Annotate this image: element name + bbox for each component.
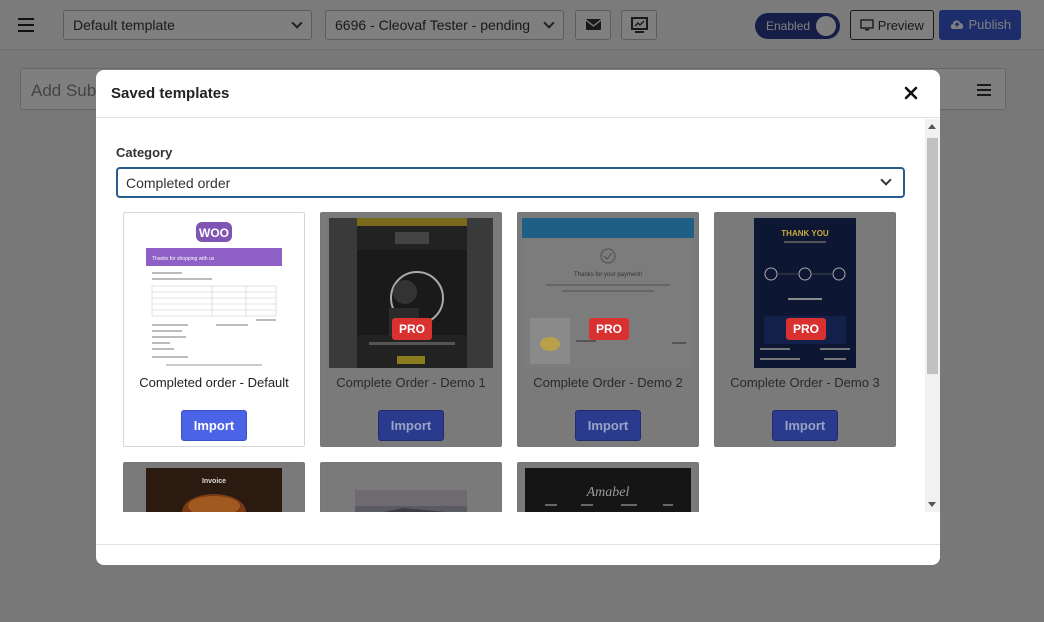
payment-heading-text: Thanks for your payment!	[574, 272, 642, 278]
pro-badge: PRO	[786, 318, 826, 340]
scrollbar-thumb[interactable]	[927, 138, 938, 374]
template-name: Complete Order - Demo 2	[533, 375, 683, 390]
template-card-default[interactable]: WOO Thanks for shopping with us Complete…	[123, 212, 305, 447]
template-card-row2-3[interactable]: Amabel	[517, 462, 699, 512]
import-button[interactable]: Import	[378, 410, 444, 441]
import-button[interactable]: Import	[181, 410, 247, 441]
template-card-demo-1[interactable]: PRO Complete Order - Demo 1 Import	[320, 212, 502, 447]
scroll-up-arrow-icon[interactable]	[928, 124, 936, 129]
woo-logo-text: WOO	[199, 226, 229, 240]
pro-badge: PRO	[589, 318, 629, 340]
modal-title: Saved templates	[111, 85, 230, 102]
close-icon[interactable]	[900, 82, 922, 104]
template-thumbnail: Invoice	[146, 468, 282, 512]
scroll-down-arrow-icon[interactable]	[928, 502, 936, 507]
invoice-heading-text: Invoice	[202, 478, 226, 485]
pro-badge: PRO	[392, 318, 432, 340]
category-select-value: Completed order	[126, 175, 231, 191]
template-thumbnail: Thanks for your payment!	[522, 218, 694, 368]
template-card-demo-3[interactable]: THANK YOU PRO Complete Order - Demo 3 Im…	[714, 212, 896, 447]
template-thumbnail: THANK YOU	[754, 218, 856, 368]
modal-header: Saved templates	[96, 70, 940, 118]
import-button[interactable]: Import	[575, 410, 641, 441]
saved-templates-modal: Saved templates Category Completed order…	[96, 70, 940, 565]
template-thumbnail	[329, 218, 493, 368]
amabel-logo-text: Amabel	[586, 485, 630, 500]
template-name: Completed order - Default	[139, 375, 289, 390]
import-button[interactable]: Import	[772, 410, 838, 441]
thank-you-heading-text: THANK YOU	[781, 229, 829, 238]
category-label: Category	[116, 145, 173, 160]
template-card-demo-2[interactable]: Thanks for your payment! PRO Complete Or…	[517, 212, 699, 447]
template-thumbnail	[343, 468, 479, 512]
template-name: Complete Order - Demo 1	[336, 375, 486, 390]
chevron-down-icon	[880, 174, 892, 186]
template-card-row2-2[interactable]	[320, 462, 502, 512]
template-name: Complete Order - Demo 3	[730, 375, 880, 390]
modal-scrollbar[interactable]	[925, 119, 940, 512]
modal-footer-divider	[96, 544, 940, 545]
category-select[interactable]: Completed order	[116, 167, 905, 198]
woo-banner-text: Thanks for shopping with us	[152, 256, 215, 262]
template-card-row2-1[interactable]: Invoice	[123, 462, 305, 512]
template-thumbnail: WOO Thanks for shopping with us	[146, 218, 282, 368]
template-thumbnail: Amabel	[525, 468, 691, 512]
modal-body: Category Completed order WOO Thanks for …	[96, 119, 940, 512]
